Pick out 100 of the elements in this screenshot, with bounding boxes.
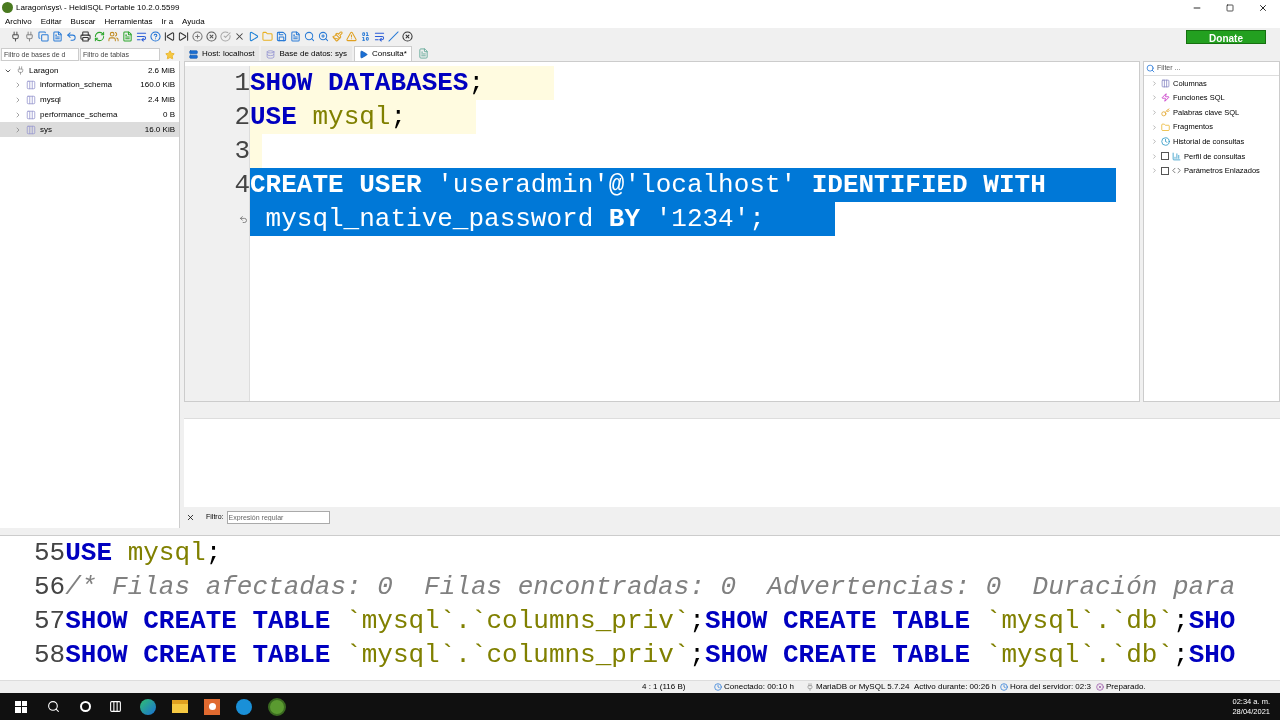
search-icon[interactable]	[47, 700, 60, 713]
document-icon[interactable]	[290, 31, 301, 42]
first-icon[interactable]	[164, 31, 175, 42]
wrap-icon[interactable]	[374, 31, 385, 42]
status-text: Preparado.	[1106, 681, 1146, 693]
tree-item[interactable]: sys	[40, 123, 52, 136]
clock-icon	[1161, 137, 1170, 147]
tree-row[interactable]: sys 16.0 KiB	[0, 122, 179, 137]
print-icon[interactable]	[80, 31, 91, 42]
help-icon[interactable]	[150, 31, 161, 42]
clock-icon	[714, 683, 722, 691]
play-icon	[359, 49, 369, 59]
line-number: 55	[34, 537, 66, 570]
checkbox[interactable]	[1161, 166, 1169, 175]
status-text: Conectado: 00:10 h	[724, 681, 794, 693]
table-icon	[26, 124, 36, 135]
arrows-icon[interactable]	[136, 31, 147, 42]
status-text: 4 : 1 (116 B)	[642, 681, 686, 693]
table-icon	[26, 94, 36, 105]
checkbox[interactable]	[1161, 152, 1169, 161]
check-icon[interactable]	[220, 31, 231, 42]
tree-item[interactable]: mysql	[40, 93, 61, 106]
menu-item[interactable]: Ir a	[161, 15, 174, 28]
line-number: 4	[234, 169, 250, 202]
size-label: 0 B	[163, 108, 175, 121]
windows-start-icon[interactable]	[15, 700, 27, 713]
menu-item[interactable]: Buscar	[70, 15, 96, 28]
line-number: 2	[234, 101, 250, 134]
run-icon[interactable]	[248, 31, 259, 42]
paste-icon[interactable]	[52, 31, 63, 42]
status-text: MariaDB or MySQL 5.7.24	[816, 681, 910, 693]
log-line: USE mysql;	[65, 537, 222, 570]
circle-icon	[1096, 683, 1104, 691]
close-icon[interactable]	[402, 31, 413, 42]
plug-icon[interactable]	[10, 31, 21, 42]
clock-icon	[1000, 683, 1008, 691]
log-line: /* Filas afectadas: 0 Filas encontradas: 0 Advertencias: 0 Duración para	[65, 571, 1236, 604]
last-icon[interactable]	[178, 31, 189, 42]
new-tab-icon[interactable]	[417, 48, 429, 59]
columns-icon	[1161, 78, 1170, 88]
delete-icon[interactable]	[206, 31, 217, 42]
tree-item[interactable]: information_schema	[40, 78, 113, 91]
export-icon[interactable]	[122, 31, 133, 42]
tree-item[interactable]: performance_schema	[40, 108, 118, 121]
size-label: 2.6 MiB	[147, 64, 175, 77]
tree-item[interactable]: Laragon	[29, 64, 59, 77]
database-icon	[266, 49, 276, 59]
app-icon[interactable]	[204, 698, 220, 715]
undo-icon[interactable]	[66, 31, 77, 42]
wrap-icon	[239, 214, 248, 224]
copy-icon[interactable]	[38, 31, 49, 42]
size-label: 16.0 KiB	[144, 123, 175, 136]
tree-row[interactable]: performance_schema 0 B	[0, 107, 179, 122]
table-icon	[26, 109, 36, 120]
line-number: 56	[34, 571, 66, 604]
bar-chart-icon	[1172, 151, 1181, 161]
window-title: Laragon\sys\ - HeidiSQL Portable 10.2.0.5599	[16, 1, 180, 14]
menu-item[interactable]: Ayuda	[182, 15, 205, 28]
maximize-icon[interactable]	[1226, 3, 1234, 12]
app-logo-icon[interactable]	[268, 697, 286, 716]
line-number: 57	[34, 605, 66, 638]
close-icon[interactable]	[186, 512, 195, 522]
query-editor[interactable]: 1SHOW DATABASES; 2USE mysql; 3 4CREATE USER 'useradmin'@'localhost' IDENTIFIED WITH mysql_native_password BY '1234';	[184, 61, 1140, 402]
browser-icon[interactable]	[140, 698, 156, 715]
table-icon	[26, 79, 36, 90]
code-icon	[1172, 166, 1181, 176]
plug-icon	[806, 683, 814, 691]
key-icon	[1161, 108, 1170, 117]
line-number: 58	[34, 639, 66, 672]
size-label: 2.4 MiB	[147, 93, 175, 106]
binary-icon[interactable]	[360, 31, 371, 42]
users-icon[interactable]	[108, 31, 119, 42]
tab[interactable]: Consulta*	[354, 46, 412, 61]
status-text: Activo durante: 00:26 h	[914, 681, 997, 693]
menu-item[interactable]: Herramientas	[104, 15, 153, 28]
plug-icon	[16, 66, 25, 75]
tree-row[interactable]: information_schema 160.0 KiB	[0, 77, 179, 92]
close-icon[interactable]	[1258, 2, 1268, 13]
folder-icon	[1161, 122, 1170, 132]
menu-item[interactable]: Archivo	[5, 15, 32, 28]
tree-row[interactable]: mysql 2.4 MiB	[0, 92, 179, 107]
cancel-icon[interactable]	[234, 31, 245, 42]
line-number: 3	[234, 135, 250, 168]
app-logo-icon	[2, 2, 13, 13]
menu-item[interactable]: Editar	[40, 15, 62, 28]
lightning-icon	[1161, 93, 1170, 103]
log-line: SHOW CREATE TABLE `mysql`.`columns_priv`;SHOW CREATE TABLE `mysql`.`db`;SHO	[65, 639, 1236, 672]
size-label: 160.0 KiB	[140, 78, 175, 91]
warning-icon[interactable]	[346, 31, 357, 42]
search-icon	[1146, 64, 1155, 73]
brush-icon[interactable]	[332, 31, 343, 42]
line-number: 1	[234, 67, 250, 100]
task-view-icon[interactable]	[109, 700, 122, 713]
status-text: Hora del servidor: 02:3	[1010, 681, 1091, 693]
tab[interactable]: Base de datos: sys	[261, 46, 353, 61]
add-icon[interactable]	[192, 31, 203, 42]
star-icon[interactable]	[165, 49, 175, 60]
save-icon[interactable]	[276, 31, 287, 42]
log-line: SHOW CREATE TABLE `mysql`.`columns_priv`;SHOW CREATE TABLE `mysql`.`db`;SHO	[65, 605, 1236, 638]
tab[interactable]: Host: localhost	[184, 46, 260, 61]
